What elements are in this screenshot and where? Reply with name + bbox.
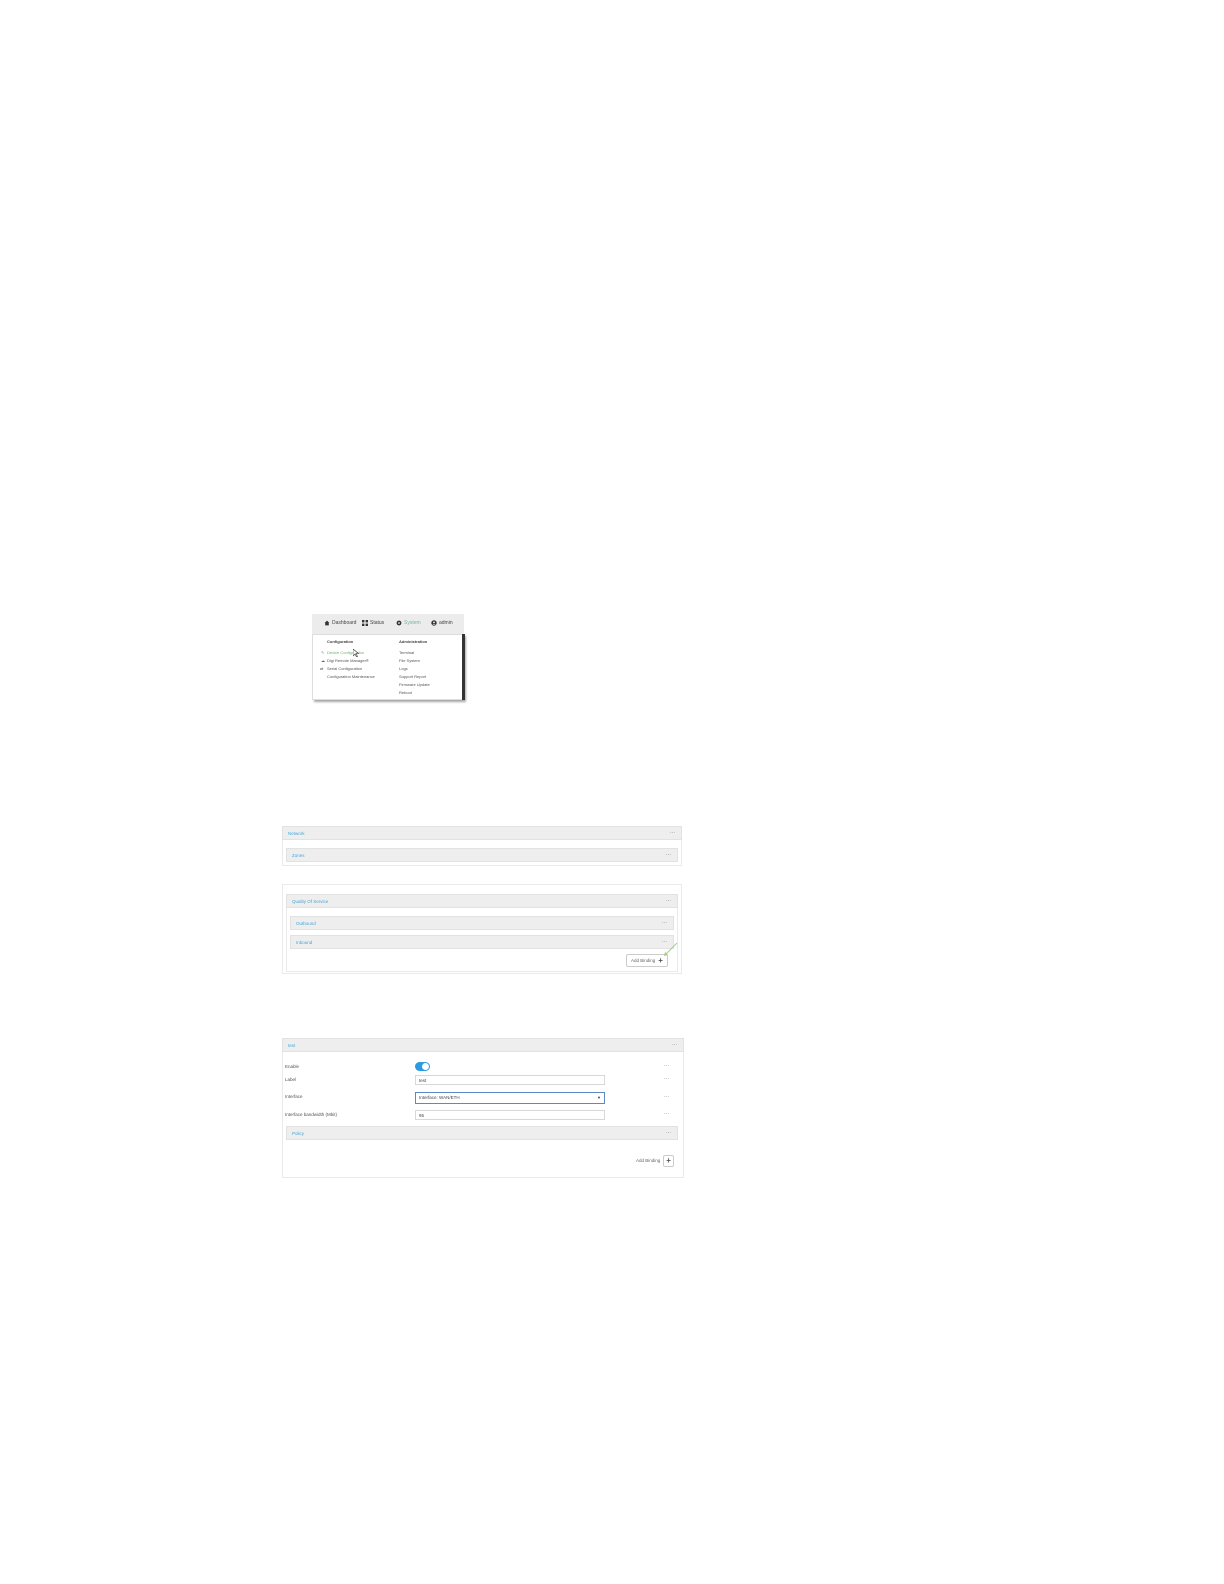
bandwidth-input[interactable]: 95 (415, 1110, 605, 1120)
nav-system-label: System (404, 620, 421, 626)
menu-item-support-report[interactable]: Support Report (399, 674, 426, 679)
interface-label: Interface (285, 1094, 303, 1099)
interface-more-icon[interactable]: ··· (664, 1094, 669, 1100)
outbound-panel-header[interactable]: Outbound ··· (290, 916, 674, 930)
menu-item-logs[interactable]: Logs (399, 666, 408, 671)
zones-title: Zones (292, 853, 305, 858)
nav-status[interactable]: Status (362, 620, 384, 626)
zones-panel-header[interactable]: Zones ··· (286, 848, 678, 862)
qos-title: Quality Of Service (292, 899, 329, 904)
add-binding-label: Add Binding (631, 958, 656, 963)
outbound-title: Outbound (296, 921, 316, 926)
menu-item-terminal[interactable]: Terminal (399, 650, 414, 655)
system-dropdown: Configuration ✎ Device Configuration ☁ D… (312, 634, 464, 700)
grid-icon (362, 620, 368, 626)
qos-panel-header[interactable]: Quality Of Service ··· (286, 894, 678, 908)
configuration-heading: Configuration (327, 639, 354, 644)
nav-dashboard-label: Dashboard (332, 620, 357, 626)
dropdown-edge (462, 634, 465, 700)
binding-screenshot: test ··· Enable ··· Label test ··· Inter… (282, 1038, 684, 1178)
enable-label: Enable (285, 1064, 300, 1069)
inbound-panel-header[interactable]: Inbound ··· (290, 935, 674, 949)
qos-more-icon[interactable]: ··· (666, 898, 671, 904)
nav-dashboard[interactable]: Dashboard (324, 620, 356, 626)
network-more-icon[interactable]: ··· (670, 830, 675, 836)
administration-heading: Administration (399, 639, 428, 644)
home-icon (324, 620, 330, 626)
binding-title: test (288, 1043, 296, 1048)
user-circle-icon (431, 620, 437, 626)
menu-item-reboot[interactable]: Reboot (399, 690, 412, 695)
plus-icon: + (663, 1154, 674, 1167)
enable-more-icon[interactable]: ··· (664, 1063, 669, 1069)
binding-panel-header[interactable]: test ··· (282, 1038, 684, 1052)
binding-more-icon[interactable]: ··· (672, 1042, 677, 1048)
zones-more-icon[interactable]: ··· (666, 852, 671, 858)
bandwidth-more-icon[interactable]: ··· (664, 1111, 669, 1117)
serial-arrows-icon: ⇄ (320, 666, 324, 671)
binding-frame (282, 1038, 684, 1178)
menu-item-firmware-update[interactable]: Firmware Update (399, 682, 430, 687)
policy-more-icon[interactable]: ··· (666, 1130, 671, 1136)
mouse-cursor-icon (353, 649, 359, 657)
system-menu-screenshot: Dashboard Status System admin Configurat… (312, 614, 465, 700)
policy-title: Policy (292, 1131, 305, 1136)
toggle-knob (422, 1063, 429, 1070)
outbound-more-icon[interactable]: ··· (662, 920, 667, 926)
inbound-title: Inbound (296, 940, 313, 945)
policy-panel-header[interactable]: Policy ··· (286, 1126, 678, 1140)
label-label: Label (285, 1077, 297, 1082)
interface-select[interactable]: Interface: WAN/ETH ▼ (415, 1092, 605, 1104)
qos-screenshot: Network ··· Zones ··· Quality Of Service… (282, 826, 682, 974)
pointer-arrow-icon (664, 942, 678, 956)
label-more-icon[interactable]: ··· (664, 1076, 669, 1082)
add-binding-label: Add Binding (636, 1158, 661, 1163)
nav-admin-label: admin (439, 620, 453, 626)
nav-system[interactable]: System (396, 620, 421, 626)
menu-item-remote-manager[interactable]: Digi Remote Manager® (327, 658, 369, 663)
interface-select-value: Interface: WAN/ETH (419, 1095, 460, 1100)
cloud-icon: ☁ (321, 658, 325, 663)
bandwidth-label: Interface bandwidth (Mbit) (285, 1112, 338, 1117)
label-input[interactable]: test (415, 1075, 605, 1085)
network-title: Network (288, 831, 305, 836)
gear-icon (396, 620, 402, 626)
nav-status-label: Status (370, 620, 385, 626)
menu-item-file-system[interactable]: File System (399, 658, 420, 663)
add-binding-button[interactable]: Add Binding + (632, 1154, 674, 1167)
top-nav-bar: Dashboard Status System admin (312, 614, 464, 635)
caret-down-icon: ▼ (597, 1095, 601, 1100)
menu-item-serial-configuration[interactable]: Serial Configuration (327, 666, 362, 671)
nav-admin[interactable]: admin (431, 620, 453, 626)
network-panel-header[interactable]: Network ··· (282, 826, 682, 840)
wrench-icon: ✎ (321, 650, 325, 655)
enable-toggle[interactable] (415, 1062, 430, 1071)
menu-item-configuration-maintenance[interactable]: Configuration Maintenance (327, 674, 375, 679)
